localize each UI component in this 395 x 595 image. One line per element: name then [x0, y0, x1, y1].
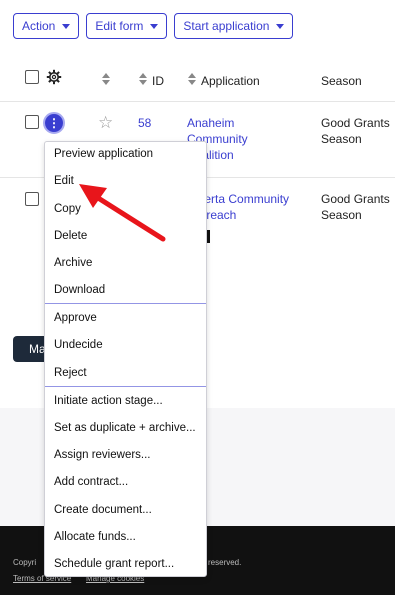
- menu-item-approve[interactable]: Approve: [54, 312, 97, 324]
- column-header-id[interactable]: ID: [152, 74, 164, 88]
- menu-item-add-contract[interactable]: Add contract...: [54, 476, 128, 488]
- gear-icon[interactable]: [46, 69, 62, 85]
- action-button[interactable]: Action: [13, 13, 80, 39]
- start-application-button[interactable]: Start application: [174, 13, 294, 39]
- menu-item-schedule-grant-report[interactable]: Schedule grant report...: [54, 558, 174, 570]
- table-header: ID Application Season: [0, 60, 395, 102]
- start-application-button-label: Start application: [183, 19, 270, 33]
- action-button-label: Action: [22, 19, 56, 33]
- sort-icon[interactable]: [139, 73, 147, 85]
- sort-icon[interactable]: [188, 73, 196, 85]
- season-cell: Good Grants Season: [321, 115, 390, 147]
- star-icon[interactable]: ☆: [98, 114, 113, 131]
- chevron-down-icon: [276, 23, 285, 29]
- menu-item-set-as-duplicate[interactable]: Set as duplicate + archive...: [54, 422, 196, 434]
- row-checkbox[interactable]: [25, 115, 39, 129]
- season-line: Season: [321, 208, 362, 222]
- menu-item-create-document[interactable]: Create document...: [54, 504, 152, 516]
- season-line: Season: [321, 132, 362, 146]
- menu-item-edit[interactable]: Edit: [54, 175, 74, 187]
- menu-item-undecide[interactable]: Undecide: [54, 339, 103, 351]
- application-id-link[interactable]: 58: [138, 115, 151, 131]
- menu-item-archive[interactable]: Archive: [54, 257, 92, 269]
- menu-divider: [45, 386, 206, 387]
- menu-item-download[interactable]: Download: [54, 284, 105, 296]
- footer-copyright-prefix: Copyri: [13, 558, 37, 567]
- edit-form-button-label: Edit form: [95, 19, 144, 33]
- sort-icon[interactable]: [102, 73, 110, 85]
- season-line: Good Grants: [321, 116, 390, 130]
- menu-item-assign-reviewers[interactable]: Assign reviewers...: [54, 449, 151, 461]
- menu-item-preview-application[interactable]: Preview application: [54, 148, 153, 160]
- row-actions-button[interactable]: ⋮: [43, 112, 65, 134]
- menu-item-allocate-funds[interactable]: Allocate funds...: [54, 531, 136, 543]
- annotation-arrow-icon: [79, 184, 166, 242]
- footer-copyright-suffix: reserved.: [208, 558, 242, 567]
- select-all-checkbox[interactable]: [25, 70, 39, 84]
- season-line: Good Grants: [321, 192, 390, 206]
- toolbar: Action Edit form Start application: [13, 13, 294, 39]
- edit-form-button[interactable]: Edit form: [86, 13, 168, 39]
- application-name-line: Anaheim: [187, 116, 235, 130]
- column-header-application[interactable]: Application: [201, 74, 260, 88]
- season-cell: Good Grants Season: [321, 191, 390, 223]
- menu-item-reject[interactable]: Reject: [54, 367, 87, 379]
- column-header-season[interactable]: Season: [321, 74, 362, 88]
- row-checkbox[interactable]: [25, 192, 39, 206]
- menu-divider: [45, 303, 206, 304]
- chevron-down-icon: [150, 23, 159, 29]
- menu-item-initiate-action-stage[interactable]: Initiate action stage...: [54, 395, 163, 407]
- chevron-down-icon: [62, 23, 71, 29]
